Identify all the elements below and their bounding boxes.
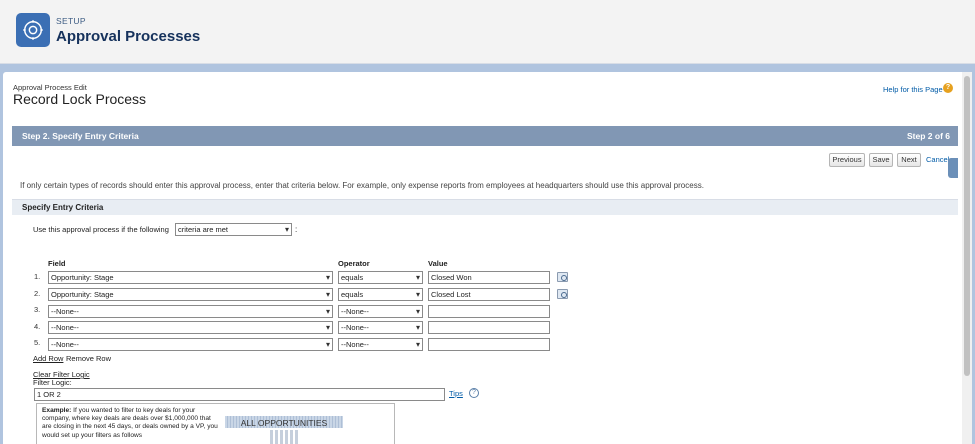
operator-select-value: equals <box>341 273 364 282</box>
page-scrollbar[interactable] <box>962 72 972 444</box>
question-icon[interactable]: ? <box>469 388 479 398</box>
field-select[interactable]: --None-- ▾ <box>48 338 333 351</box>
operator-select[interactable]: --None-- ▾ <box>338 338 423 351</box>
operator-select-value: --None-- <box>341 307 369 316</box>
side-panel-handle[interactable] <box>948 158 958 178</box>
criteria-select[interactable]: criteria are met ▾ <box>175 223 292 236</box>
field-column-header: Field <box>48 259 66 268</box>
question-icon[interactable]: ? <box>943 83 953 93</box>
operator-select[interactable]: equals ▾ <box>338 271 423 284</box>
filter-logic-label: Filter Logic: <box>33 378 72 387</box>
field-select[interactable]: --None-- ▾ <box>48 305 333 318</box>
chevron-down-icon: ▾ <box>325 340 330 349</box>
chevron-down-icon: ▾ <box>415 323 420 332</box>
criteria-select-value: criteria are met <box>178 225 229 234</box>
field-select[interactable]: Opportunity: Stage ▾ <box>48 288 333 301</box>
chevron-down-icon: ▾ <box>415 273 420 282</box>
chevron-down-icon: ▾ <box>325 273 330 282</box>
value-input[interactable]: Closed Lost <box>428 288 550 301</box>
field-select-value: --None-- <box>51 323 79 332</box>
example-box: Example: If you wanted to filter to key … <box>36 403 395 444</box>
section-header: Specify Entry Criteria <box>12 199 958 215</box>
chevron-down-icon: ▾ <box>284 225 289 234</box>
add-row-link[interactable]: Add Row <box>33 354 63 363</box>
row-number: 5. <box>34 338 41 347</box>
info-text: If only certain types of records should … <box>20 181 704 190</box>
chevron-down-icon: ▾ <box>415 340 420 349</box>
example-lead: Example: <box>42 407 72 414</box>
next-button[interactable]: Next <box>897 153 921 167</box>
operator-column-header: Operator <box>338 259 370 268</box>
chevron-down-icon: ▾ <box>415 290 420 299</box>
setup-eyebrow: SETUP <box>56 16 86 26</box>
people-icon <box>270 430 300 444</box>
main-panel: Approval Process Edit Record Lock Proces… <box>3 72 972 444</box>
previous-button[interactable]: Previous <box>829 153 865 167</box>
step-title: Step 2. Specify Entry Criteria <box>22 131 139 141</box>
section-title: Specify Entry Criteria <box>22 203 104 212</box>
operator-select-value: --None-- <box>341 323 369 332</box>
operator-select[interactable]: equals ▾ <box>338 288 423 301</box>
field-select-value: Opportunity: Stage <box>51 273 114 282</box>
row-number: 4. <box>34 322 41 331</box>
field-select-value: --None-- <box>51 307 79 316</box>
value-input[interactable] <box>428 321 550 334</box>
field-select-value: --None-- <box>51 340 79 349</box>
field-select[interactable]: Opportunity: Stage ▾ <box>48 271 333 284</box>
remove-row-label: Remove Row <box>66 354 112 363</box>
field-select[interactable]: --None-- ▾ <box>48 321 333 334</box>
step-count: Step 2 of 6 <box>907 131 950 141</box>
chevron-down-icon: ▾ <box>415 307 420 316</box>
value-input[interactable]: Closed Won <box>428 271 550 284</box>
operator-select-value: equals <box>341 290 364 299</box>
cancel-link[interactable]: Cancel <box>926 155 949 164</box>
filter-logic-input[interactable]: 1 OR 2 <box>34 388 445 401</box>
row-number: 3. <box>34 305 41 314</box>
chevron-down-icon: ▾ <box>325 290 330 299</box>
operator-select[interactable]: --None-- ▾ <box>338 305 423 318</box>
operator-select-value: --None-- <box>341 340 369 349</box>
lookup-icon[interactable] <box>557 272 568 282</box>
example-graphic: ALL OPPORTUNITIES <box>225 416 343 444</box>
save-button[interactable]: Save <box>869 153 893 167</box>
page-title: Record Lock Process <box>13 91 147 107</box>
setup-header: SETUP Approval Processes <box>0 0 975 64</box>
field-select-value: Opportunity: Stage <box>51 290 114 299</box>
scrollbar-thumb[interactable] <box>964 76 970 376</box>
operator-select[interactable]: --None-- ▾ <box>338 321 423 334</box>
page-heading: Approval Processes <box>56 28 201 45</box>
chevron-down-icon: ▾ <box>325 323 330 332</box>
value-input[interactable] <box>428 338 550 351</box>
value-column-header: Value <box>428 259 448 268</box>
chevron-down-icon: ▾ <box>325 307 330 316</box>
gear-icon <box>16 13 50 47</box>
lookup-icon[interactable] <box>557 289 568 299</box>
row-number: 1. <box>34 272 41 281</box>
value-input[interactable] <box>428 305 550 318</box>
step-bar: Step 2. Specify Entry Criteria Step 2 of… <box>12 126 958 146</box>
criteria-label: Use this approval process if the followi… <box>33 225 169 234</box>
row-number: 2. <box>34 289 41 298</box>
example-text: Example: If you wanted to filter to key … <box>42 407 220 440</box>
tips-link[interactable]: Tips <box>449 389 463 398</box>
criteria-colon: : <box>295 225 298 234</box>
example-graphic-label: ALL OPPORTUNITIES <box>240 418 328 428</box>
help-link[interactable]: Help for this Page <box>883 85 943 94</box>
